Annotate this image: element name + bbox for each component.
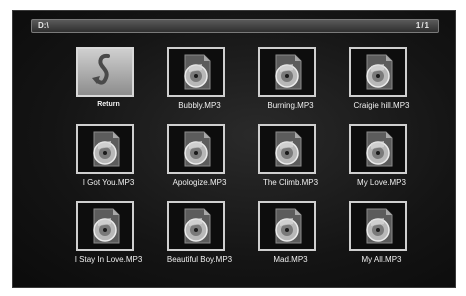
music-file-icon <box>275 131 302 167</box>
music-file-icon <box>93 208 120 244</box>
file-tile[interactable]: Burning.MP3 <box>253 47 328 124</box>
file-thumb <box>258 47 316 97</box>
file-thumb <box>349 201 407 251</box>
file-label: The Climb.MP3 <box>262 178 319 187</box>
file-tile[interactable]: The Climb.MP3 <box>253 124 328 201</box>
file-thumb <box>76 124 134 174</box>
file-label: Burning.MP3 <box>267 101 314 110</box>
music-file-icon <box>366 54 393 90</box>
return-arrow-icon <box>92 53 110 85</box>
path-bar: D:\ 1/1 <box>31 19 439 33</box>
file-tile[interactable]: Bubbly.MP3 <box>162 47 237 124</box>
music-file-icon <box>184 54 211 90</box>
return-tile[interactable]: Return <box>71 47 146 124</box>
music-file-icon <box>184 131 211 167</box>
file-label: I Got You.MP3 <box>82 178 135 187</box>
music-file-icon <box>366 131 393 167</box>
file-tile[interactable]: My Love.MP3 <box>344 124 419 201</box>
file-label: Beautiful Boy.MP3 <box>166 255 233 264</box>
file-tile[interactable]: I Got You.MP3 <box>71 124 146 201</box>
file-label: Mad.MP3 <box>273 255 308 264</box>
file-label: My Love.MP3 <box>357 178 406 187</box>
file-tile[interactable]: Apologize.MP3 <box>162 124 237 201</box>
file-label: My All.MP3 <box>361 255 402 264</box>
file-tile[interactable]: Craigie hill.MP3 <box>344 47 419 124</box>
file-thumb <box>349 124 407 174</box>
file-tile[interactable]: Mad.MP3 <box>253 201 328 278</box>
file-label: Bubbly.MP3 <box>178 101 221 110</box>
file-thumb <box>167 47 225 97</box>
file-grid: Return Bubbly.MP3 Burning.MP3 Craigie hi… <box>71 47 431 278</box>
file-label: I Stay In Love.MP3 <box>74 255 143 264</box>
file-label: Apologize.MP3 <box>172 178 227 187</box>
file-thumb <box>258 124 316 174</box>
music-file-icon <box>93 131 120 167</box>
file-thumb <box>349 47 407 97</box>
file-thumb <box>76 201 134 251</box>
page-indicator: 1/1 <box>415 21 430 30</box>
file-browser-screen: D:\ 1/1 Return Bubbly.MP3 Burning.MP3 Cr… <box>12 10 456 288</box>
current-path: D:\ <box>38 21 49 30</box>
file-thumb <box>167 201 225 251</box>
return-thumb <box>76 47 134 97</box>
file-tile[interactable]: My All.MP3 <box>344 201 419 278</box>
file-tile[interactable]: I Stay In Love.MP3 <box>71 201 146 278</box>
return-label: Return <box>97 101 120 108</box>
music-file-icon <box>184 208 211 244</box>
music-file-icon <box>275 54 302 90</box>
file-tile[interactable]: Beautiful Boy.MP3 <box>162 201 237 278</box>
file-label: Craigie hill.MP3 <box>353 101 410 110</box>
file-thumb <box>258 201 316 251</box>
music-file-icon <box>275 208 302 244</box>
music-file-icon <box>366 208 393 244</box>
device-bezel: D:\ 1/1 Return Bubbly.MP3 Burning.MP3 Cr… <box>0 0 466 296</box>
file-thumb <box>167 124 225 174</box>
